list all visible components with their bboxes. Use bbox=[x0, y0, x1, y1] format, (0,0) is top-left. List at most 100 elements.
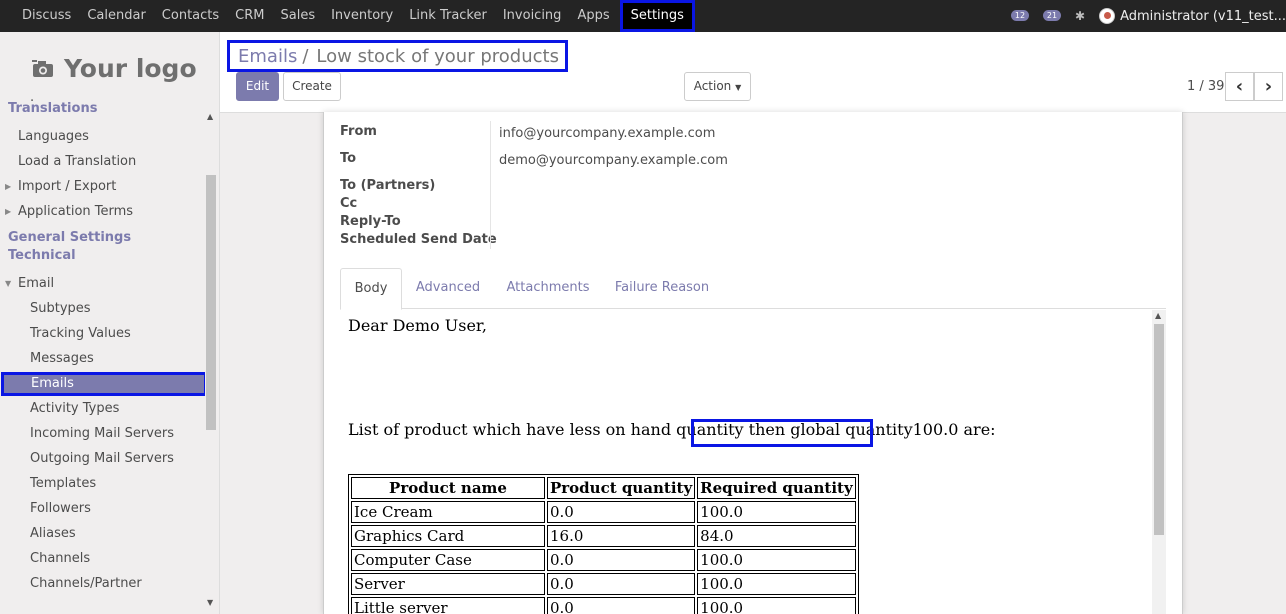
table-row: Ice Cream 0.0 100.0 bbox=[351, 501, 856, 523]
table-cell: 84.0 bbox=[697, 525, 856, 547]
reply-to-label: Reply-To bbox=[340, 214, 401, 229]
sidebar-item-tracking-values[interactable]: Tracking Values bbox=[0, 322, 205, 346]
menu-contacts[interactable]: Contacts bbox=[154, 0, 227, 32]
caret-down-icon: ▼ bbox=[735, 83, 742, 92]
table-cell: 0.0 bbox=[547, 501, 696, 523]
field-divider bbox=[490, 121, 491, 249]
product-table: Product name Product quantity Required q… bbox=[348, 474, 859, 614]
sidebar-item-subtypes[interactable]: Subtypes bbox=[0, 297, 205, 321]
sidebar-item-email[interactable]: ▼ Email bbox=[0, 272, 205, 296]
table-row: Computer Case 0.0 100.0 bbox=[351, 549, 856, 571]
tab-attachments[interactable]: Attachments bbox=[500, 268, 596, 309]
sidebar-item-import-export[interactable]: ▶ Import / Export bbox=[0, 175, 205, 199]
sidebar-item-label: Email bbox=[18, 276, 55, 291]
sidebar-scroll-thumb[interactable] bbox=[206, 175, 216, 430]
tab-failure-reason[interactable]: Failure Reason bbox=[606, 268, 718, 309]
menu-discuss[interactable]: Discuss bbox=[14, 0, 79, 32]
action-label: Action bbox=[693, 79, 732, 93]
sidebar-item-label: Channels bbox=[30, 551, 91, 566]
create-button[interactable]: Create bbox=[283, 72, 341, 101]
messaging-button[interactable]: 21 bbox=[1043, 10, 1063, 22]
pager-next-button[interactable]: › bbox=[1254, 72, 1283, 101]
table-cell: Computer Case bbox=[351, 549, 545, 571]
caret-right-icon: ▶ bbox=[5, 207, 12, 216]
cc-label: Cc bbox=[340, 196, 358, 211]
notebook-tabs: Body Advanced Attachments Failure Reason bbox=[340, 268, 1166, 310]
sidebar-item-label: Technical bbox=[8, 248, 76, 263]
table-cell: 0.0 bbox=[547, 549, 696, 571]
sidebar-item-channels[interactable]: Channels bbox=[0, 547, 205, 571]
sidebar-item-messages[interactable]: Messages bbox=[0, 347, 205, 371]
table-header-row: Product name Product quantity Required q… bbox=[351, 477, 856, 499]
chat-count-badge: 21 bbox=[1043, 10, 1062, 21]
body-scroll-thumb[interactable] bbox=[1154, 324, 1164, 535]
sidebar-item-technical[interactable]: Technical bbox=[0, 247, 205, 265]
sidebar-item-followers[interactable]: Followers bbox=[0, 497, 205, 521]
sidebar-item-label: Application Terms bbox=[18, 204, 134, 219]
menu-crm[interactable]: CRM bbox=[227, 0, 272, 32]
pager-previous-button[interactable]: ‹ bbox=[1225, 72, 1254, 101]
table-cell: Graphics Card bbox=[351, 525, 545, 547]
page-title: Low stock of your products bbox=[316, 45, 559, 67]
body-intro: List of product which have less on hand … bbox=[348, 420, 996, 439]
breadcrumb-emails-link[interactable]: Emails bbox=[238, 46, 297, 67]
activity-button[interactable]: 12 bbox=[1011, 10, 1031, 22]
column-header-required-quantity: Required quantity bbox=[697, 477, 856, 499]
sidebar-item-label: Followers bbox=[30, 501, 91, 516]
sidebar-item-activity-types[interactable]: Activity Types bbox=[0, 397, 205, 421]
sidebar-item-translations[interactable]: Translations bbox=[0, 100, 205, 118]
avatar[interactable] bbox=[1099, 8, 1116, 24]
sidebar-item-load-a-translation[interactable]: Load a Translation bbox=[0, 150, 205, 174]
edit-button[interactable]: Edit bbox=[236, 72, 279, 101]
table-cell: Little server bbox=[351, 597, 545, 614]
tab-advanced[interactable]: Advanced bbox=[406, 268, 490, 309]
menu-calendar[interactable]: Calendar bbox=[79, 0, 153, 32]
table-row: Little server 0.0 100.0 bbox=[351, 597, 856, 614]
table-cell: 100.0 bbox=[697, 597, 856, 614]
sidebar: Your logo . Translations Languages Load a … bbox=[0, 32, 220, 614]
breadcrumb-separator: / bbox=[302, 45, 309, 67]
sidebar-item-emails[interactable]: Emails bbox=[1, 372, 207, 396]
to-label: To bbox=[340, 151, 357, 166]
breadcrumb: Emails / Low stock of your products bbox=[227, 40, 568, 72]
sidebar-item-label: Tracking Values bbox=[30, 326, 131, 341]
sidebar-item-templates[interactable]: Templates bbox=[0, 472, 205, 496]
table-row: Server 0.0 100.0 bbox=[351, 573, 856, 595]
action-dropdown[interactable]: Action ▼ bbox=[684, 72, 751, 101]
sidebar-item-label: Subtypes bbox=[30, 301, 91, 316]
sidebar-item-aliases[interactable]: Aliases bbox=[0, 522, 205, 546]
table-cell: 100.0 bbox=[697, 501, 856, 523]
sidebar-item-incoming-mail-servers[interactable]: Incoming Mail Servers bbox=[0, 422, 205, 446]
table-cell: 0.0 bbox=[547, 597, 696, 614]
app-menu: Discuss Calendar Contacts CRM Sales Inve… bbox=[14, 0, 695, 32]
chevron-left-icon: ‹ bbox=[1235, 76, 1244, 97]
debug-bug-icon[interactable]: ✱ bbox=[1075, 9, 1085, 23]
from-label: From bbox=[340, 124, 377, 139]
scroll-up-icon[interactable]: ▲ bbox=[207, 112, 213, 121]
body-scroll-up-icon[interactable]: ▲ bbox=[1155, 311, 1161, 320]
company-logo: Your logo bbox=[32, 54, 197, 83]
sidebar-item-channels-partner[interactable]: Channels/Partner bbox=[0, 572, 205, 596]
sidebar-item-label: Channels/Partner bbox=[30, 576, 142, 591]
sidebar-item-label: Outgoing Mail Servers bbox=[30, 451, 174, 466]
sidebar-item-application-terms[interactable]: ▶ Application Terms bbox=[0, 200, 205, 224]
sidebar-item-general-settings[interactable]: General Settings bbox=[0, 229, 205, 247]
scroll-down-icon[interactable]: ▼ bbox=[207, 598, 213, 607]
user-menu[interactable]: Administrator (v11_test... bbox=[1120, 9, 1286, 24]
sidebar-item-outgoing-mail-servers[interactable]: Outgoing Mail Servers bbox=[0, 447, 205, 471]
tab-body[interactable]: Body bbox=[340, 268, 402, 310]
scheduled-date-label: Scheduled Send Date bbox=[340, 232, 497, 247]
menu-invoicing[interactable]: Invoicing bbox=[495, 0, 570, 32]
menu-inventory[interactable]: Inventory bbox=[323, 0, 401, 32]
menu-link-tracker[interactable]: Link Tracker bbox=[401, 0, 495, 32]
menu-apps[interactable]: Apps bbox=[569, 0, 617, 32]
menu-sales[interactable]: Sales bbox=[272, 0, 323, 32]
sidebar-item-languages[interactable]: Languages bbox=[0, 125, 205, 149]
sidebar-item-label: General Settings bbox=[8, 230, 132, 245]
from-value: info@yourcompany.example.com bbox=[499, 126, 716, 141]
highlight-box bbox=[691, 419, 873, 447]
sidebar-item-label: Import / Export bbox=[18, 179, 117, 194]
menu-settings[interactable]: Settings bbox=[619, 0, 695, 32]
body-greeting: Dear Demo User, bbox=[348, 316, 487, 335]
pager-value[interactable]: 1 / 39 bbox=[1187, 72, 1224, 101]
